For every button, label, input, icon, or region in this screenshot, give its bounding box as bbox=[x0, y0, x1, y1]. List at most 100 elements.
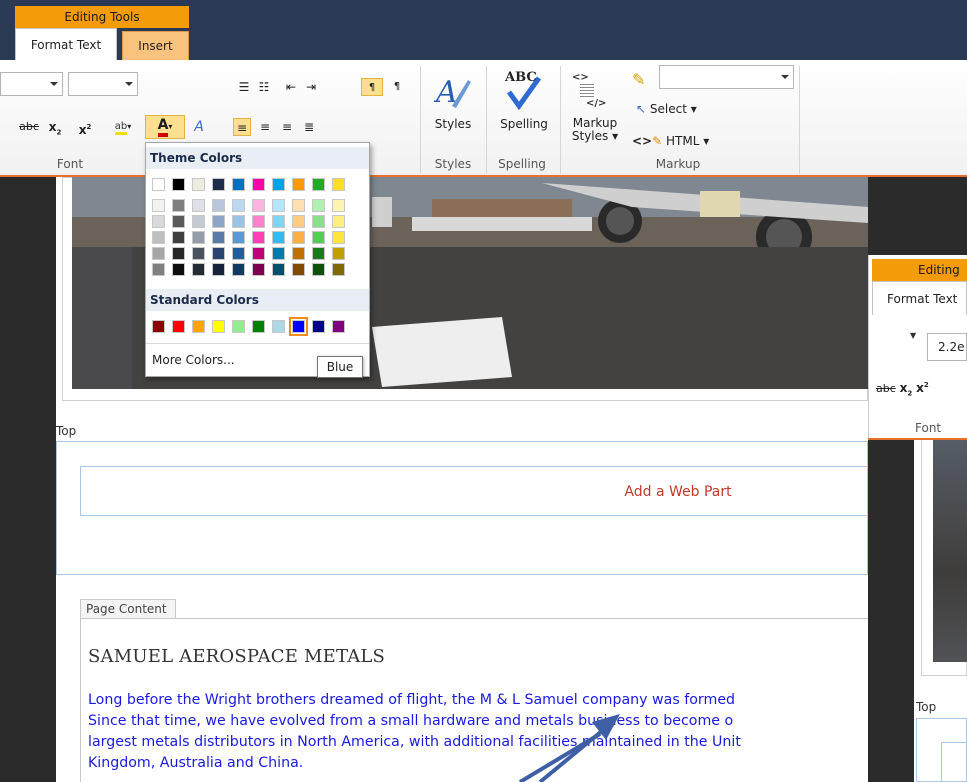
superscript-button[interactable]: x2 bbox=[76, 118, 94, 137]
theme-shade-swatch[interactable] bbox=[212, 263, 225, 276]
select-button[interactable]: ↖ Select ▾ bbox=[636, 102, 697, 116]
page-content-paragraph[interactable]: Long before the Wright brothers dreamed … bbox=[88, 690, 868, 782]
standard-color-swatch[interactable] bbox=[289, 317, 308, 336]
theme-shade-swatch[interactable] bbox=[292, 263, 305, 276]
theme-shade-swatch[interactable] bbox=[292, 199, 305, 212]
increase-indent-icon[interactable]: ⇥ bbox=[302, 78, 320, 96]
theme-color-swatch[interactable] bbox=[332, 178, 345, 191]
more-colors-item[interactable]: More Colors... bbox=[152, 353, 235, 367]
font-size-combo[interactable] bbox=[68, 72, 138, 96]
theme-shade-swatch[interactable] bbox=[172, 247, 185, 260]
theme-shade-swatch[interactable] bbox=[292, 247, 305, 260]
standard-color-swatch[interactable] bbox=[312, 320, 325, 333]
theme-shade-swatch[interactable] bbox=[292, 231, 305, 244]
theme-shade-swatch[interactable] bbox=[312, 231, 325, 244]
standard-color-swatch[interactable] bbox=[272, 320, 285, 333]
markup-language-combo[interactable] bbox=[659, 65, 794, 89]
theme-shade-swatch[interactable] bbox=[192, 215, 205, 228]
subscript-button[interactable]: x2 bbox=[46, 118, 64, 136]
theme-shade-swatch[interactable] bbox=[312, 199, 325, 212]
theme-shade-swatch[interactable] bbox=[232, 231, 245, 244]
markup-styles-icon[interactable]: <> </> bbox=[572, 72, 612, 114]
theme-shade-swatch[interactable] bbox=[232, 247, 245, 260]
theme-shade-swatch[interactable] bbox=[172, 215, 185, 228]
theme-color-swatch[interactable] bbox=[172, 178, 185, 191]
theme-shade-swatch[interactable] bbox=[212, 247, 225, 260]
ltr-button[interactable]: ¶ bbox=[361, 78, 383, 96]
standard-color-swatch[interactable] bbox=[192, 320, 205, 333]
standard-color-swatch[interactable] bbox=[152, 320, 165, 333]
theme-color-swatch[interactable] bbox=[192, 178, 205, 191]
styles-button[interactable]: A bbox=[430, 68, 474, 110]
theme-shade-swatch[interactable] bbox=[252, 215, 265, 228]
html-button[interactable]: <>✎ HTML ▾ bbox=[632, 134, 709, 148]
theme-shade-swatch[interactable] bbox=[332, 199, 345, 212]
markup-styles-button[interactable]: Markup Styles ▾ bbox=[566, 117, 624, 143]
theme-shade-swatch[interactable] bbox=[252, 231, 265, 244]
theme-shade-swatch[interactable] bbox=[292, 215, 305, 228]
add-web-part-link[interactable]: Add a Web Part bbox=[80, 484, 967, 500]
theme-shade-swatch[interactable] bbox=[152, 263, 165, 276]
theme-shade-swatch[interactable] bbox=[212, 231, 225, 244]
theme-shade-swatch[interactable] bbox=[172, 263, 185, 276]
theme-shade-swatch[interactable] bbox=[332, 215, 345, 228]
align-left-icon[interactable]: ≡ bbox=[233, 118, 251, 136]
theme-shade-swatch[interactable] bbox=[232, 215, 245, 228]
theme-shade-swatch[interactable] bbox=[312, 247, 325, 260]
theme-shade-swatch[interactable] bbox=[152, 199, 165, 212]
bullets-icon[interactable]: ☰ bbox=[235, 78, 253, 96]
theme-shade-swatch[interactable] bbox=[332, 231, 345, 244]
theme-shade-swatch[interactable] bbox=[192, 231, 205, 244]
theme-shade-swatch[interactable] bbox=[272, 231, 285, 244]
theme-color-swatch[interactable] bbox=[232, 178, 245, 191]
align-center-icon[interactable]: ≡ bbox=[256, 118, 274, 136]
tab-format-text[interactable]: Format Text bbox=[15, 28, 117, 60]
theme-shade-swatch[interactable] bbox=[272, 215, 285, 228]
theme-shade-swatch[interactable] bbox=[252, 199, 265, 212]
theme-color-swatch[interactable] bbox=[152, 178, 165, 191]
font-family-combo[interactable] bbox=[0, 72, 63, 96]
justify-icon[interactable]: ≣ bbox=[300, 118, 318, 136]
theme-color-swatch[interactable] bbox=[292, 178, 305, 191]
font-color-button[interactable]: A▾ bbox=[145, 115, 185, 139]
theme-shade-swatch[interactable] bbox=[332, 263, 345, 276]
theme-shade-swatch[interactable] bbox=[152, 215, 165, 228]
theme-shade-swatch[interactable] bbox=[212, 199, 225, 212]
page-content-title[interactable]: SAMUEL AEROSPACE METALS bbox=[88, 646, 385, 667]
theme-shade-swatch[interactable] bbox=[192, 263, 205, 276]
theme-shade-swatch[interactable] bbox=[272, 199, 285, 212]
theme-shade-swatch[interactable] bbox=[172, 199, 185, 212]
theme-shade-swatch[interactable] bbox=[332, 247, 345, 260]
theme-shade-swatch[interactable] bbox=[172, 231, 185, 244]
page-content-tab[interactable]: Page Content bbox=[80, 599, 176, 619]
theme-shade-swatch[interactable] bbox=[272, 247, 285, 260]
decrease-indent-icon[interactable]: ⇤ bbox=[282, 78, 300, 96]
theme-color-swatch[interactable] bbox=[272, 178, 285, 191]
theme-shade-swatch[interactable] bbox=[152, 231, 165, 244]
standard-color-swatch[interactable] bbox=[232, 320, 245, 333]
theme-shade-swatch[interactable] bbox=[192, 247, 205, 260]
clear-format-icon[interactable]: A bbox=[190, 118, 208, 136]
theme-shade-swatch[interactable] bbox=[232, 199, 245, 212]
theme-shade-swatch[interactable] bbox=[312, 215, 325, 228]
theme-shade-swatch[interactable] bbox=[152, 247, 165, 260]
standard-color-swatch[interactable] bbox=[252, 320, 265, 333]
theme-color-swatch[interactable] bbox=[312, 178, 325, 191]
highlight-color-button[interactable]: ab▾ bbox=[108, 116, 138, 135]
strikethrough-button[interactable]: abc bbox=[17, 118, 41, 136]
theme-shade-swatch[interactable] bbox=[252, 247, 265, 260]
numbering-icon[interactable]: ☷ bbox=[255, 78, 273, 96]
styles-label[interactable]: Styles bbox=[430, 117, 476, 131]
tab-insert[interactable]: Insert bbox=[122, 31, 189, 60]
theme-shade-swatch[interactable] bbox=[232, 263, 245, 276]
theme-color-swatch[interactable] bbox=[212, 178, 225, 191]
rtl-button[interactable]: ¶ bbox=[388, 78, 406, 96]
standard-color-swatch[interactable] bbox=[212, 320, 225, 333]
spelling-label[interactable]: Spelling bbox=[495, 117, 553, 131]
theme-shade-swatch[interactable] bbox=[312, 263, 325, 276]
theme-shade-swatch[interactable] bbox=[192, 199, 205, 212]
align-right-icon[interactable]: ≡ bbox=[278, 118, 296, 136]
theme-shade-swatch[interactable] bbox=[212, 215, 225, 228]
theme-shade-swatch[interactable] bbox=[252, 263, 265, 276]
spelling-button[interactable]: ABC bbox=[503, 70, 543, 111]
